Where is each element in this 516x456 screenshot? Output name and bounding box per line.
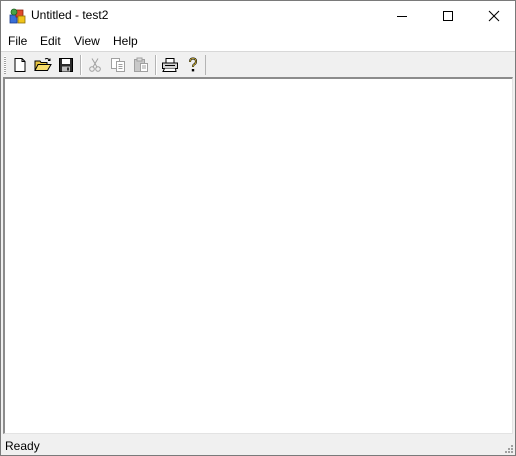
save-button[interactable] xyxy=(55,54,77,75)
print-icon xyxy=(162,57,178,72)
toolbar-separator xyxy=(155,55,157,75)
new-button[interactable] xyxy=(9,54,31,75)
open-button[interactable] xyxy=(32,54,54,75)
toolbar-end-edge xyxy=(205,55,206,75)
minimize-button[interactable] xyxy=(379,1,425,31)
cut-scissors-icon xyxy=(89,57,101,72)
app-window: Untitled - test2 File Edit View Help Rea… xyxy=(0,0,516,456)
menu-view[interactable]: View xyxy=(74,33,100,49)
maximize-button[interactable] xyxy=(425,1,471,31)
cut-button[interactable] xyxy=(84,54,106,75)
print-button[interactable] xyxy=(159,54,181,75)
close-button[interactable] xyxy=(471,1,515,31)
paste-button[interactable] xyxy=(130,54,152,75)
save-disk-icon xyxy=(59,57,73,72)
help-button[interactable] xyxy=(182,54,204,75)
close-icon xyxy=(488,10,500,22)
toolbar-separator xyxy=(80,55,82,75)
new-document-icon xyxy=(14,57,26,72)
open-folder-icon xyxy=(34,57,52,71)
status-bar: Ready xyxy=(1,437,515,455)
copy-button[interactable] xyxy=(107,54,129,75)
help-question-icon xyxy=(189,56,198,71)
copy-icon xyxy=(111,57,125,72)
menu-help[interactable]: Help xyxy=(113,33,138,49)
menu-file[interactable]: File xyxy=(8,33,27,49)
mfc-app-icon[interactable] xyxy=(9,7,27,25)
document-view[interactable] xyxy=(3,77,513,434)
status-text: Ready xyxy=(5,439,40,453)
toolbar xyxy=(1,51,515,77)
menu-edit[interactable]: Edit xyxy=(40,33,61,49)
window-title: Untitled - test2 xyxy=(31,8,109,22)
maximize-icon xyxy=(443,11,453,21)
title-bar[interactable]: Untitled - test2 xyxy=(1,1,515,31)
paste-icon xyxy=(134,57,148,72)
toolbar-grip[interactable] xyxy=(4,56,6,74)
resize-grip-icon[interactable] xyxy=(502,442,514,454)
minimize-icon xyxy=(397,16,407,17)
menu-bar: File Edit View Help xyxy=(1,31,515,51)
